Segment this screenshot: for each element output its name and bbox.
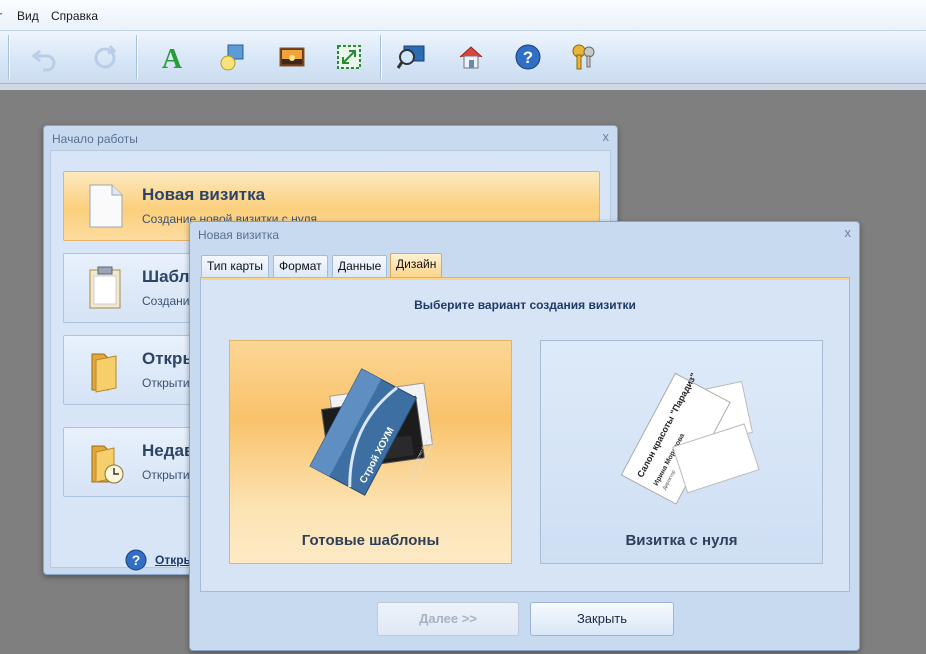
help-link[interactable]: ? Откры <box>125 549 194 571</box>
recent-folder-icon <box>91 445 124 484</box>
undo-button[interactable] <box>28 40 62 74</box>
toolbar-separator <box>380 35 382 79</box>
toolbar-separator <box>8 35 10 79</box>
workspace-strip <box>0 84 926 90</box>
undo-icon <box>31 49 56 72</box>
option-subtitle: Открыти <box>142 376 190 390</box>
svg-text:?: ? <box>132 552 141 568</box>
option-title: Недав <box>142 441 195 460</box>
close-icon[interactable]: x <box>603 129 610 144</box>
menu-item-help[interactable]: Справка <box>51 9 98 23</box>
help-link-label[interactable]: Откры <box>155 553 194 567</box>
home-button[interactable] <box>454 40 488 74</box>
menu-bar: г Вид Справка <box>0 0 926 31</box>
zoom-icon <box>396 45 425 69</box>
svg-text:A: A <box>162 44 183 72</box>
redo-button[interactable] <box>88 40 122 74</box>
close-icon[interactable]: x <box>845 225 852 240</box>
window-title: Новая визитка <box>198 228 280 242</box>
image-button[interactable] <box>275 40 309 74</box>
clipboard-icon <box>89 266 121 309</box>
shapes-button[interactable] <box>215 40 249 74</box>
toolbar-separator <box>136 35 138 79</box>
menu-item-view[interactable]: Вид <box>17 9 39 23</box>
tab-data[interactable]: Данные <box>332 255 388 277</box>
svg-text:?: ? <box>523 48 533 67</box>
resize-button[interactable] <box>332 40 366 74</box>
new-card-dialog: Новая визитка x Тип карты Формат Данные … <box>189 221 860 651</box>
choice-label: Готовые шаблоны <box>301 532 440 549</box>
toolbar: A ? <box>0 31 926 84</box>
help-button[interactable]: ? <box>511 40 545 74</box>
tab-format[interactable]: Формат <box>273 255 328 277</box>
choice-label: Визитка с нуля <box>625 532 738 549</box>
keys-button[interactable] <box>567 40 601 74</box>
shapes-icon <box>220 44 244 71</box>
design-panel: Выберите вариант создания визитки Строй … <box>200 277 850 592</box>
close-button[interactable]: Закрыть <box>530 602 674 636</box>
option-subtitle: Открыти <box>142 468 190 482</box>
folder-icon <box>91 353 117 393</box>
blank-card-option[interactable]: Салон красоты "Парадиз" Ирина Морозова Д… <box>540 340 823 564</box>
next-button[interactable]: Далее >> <box>377 602 519 636</box>
home-icon <box>459 46 483 69</box>
menu-item-partial[interactable]: г <box>0 9 2 23</box>
redo-icon <box>94 45 117 69</box>
keys-icon <box>572 44 595 70</box>
blank-cards-stack-icon: Салон красоты "Парадиз" Ирина Морозова Д… <box>620 371 760 505</box>
option-subtitle: Создани <box>142 294 190 308</box>
text-icon: A <box>162 44 183 72</box>
window-title: Начало работы <box>52 132 138 146</box>
text-button[interactable]: A <box>155 40 189 74</box>
tab-card-type[interactable]: Тип карты <box>201 255 270 277</box>
new-document-icon <box>89 184 123 228</box>
panel-heading: Выберите вариант создания визитки <box>414 298 636 312</box>
help-icon: ? <box>515 44 541 70</box>
zoom-button[interactable] <box>394 40 428 74</box>
image-icon <box>279 47 305 67</box>
option-title: Новая визитка <box>142 185 266 204</box>
resize-icon <box>337 45 361 69</box>
help-icon: ? <box>125 549 147 571</box>
tab-design[interactable]: Дизайн <box>390 253 443 277</box>
business-cards-stack-icon: Строй ХОУМ Тула, проспект Мира, д. 5 Мы … <box>309 368 436 496</box>
ready-templates-option[interactable]: Строй ХОУМ Тула, проспект Мира, д. 5 Мы … <box>229 340 512 564</box>
